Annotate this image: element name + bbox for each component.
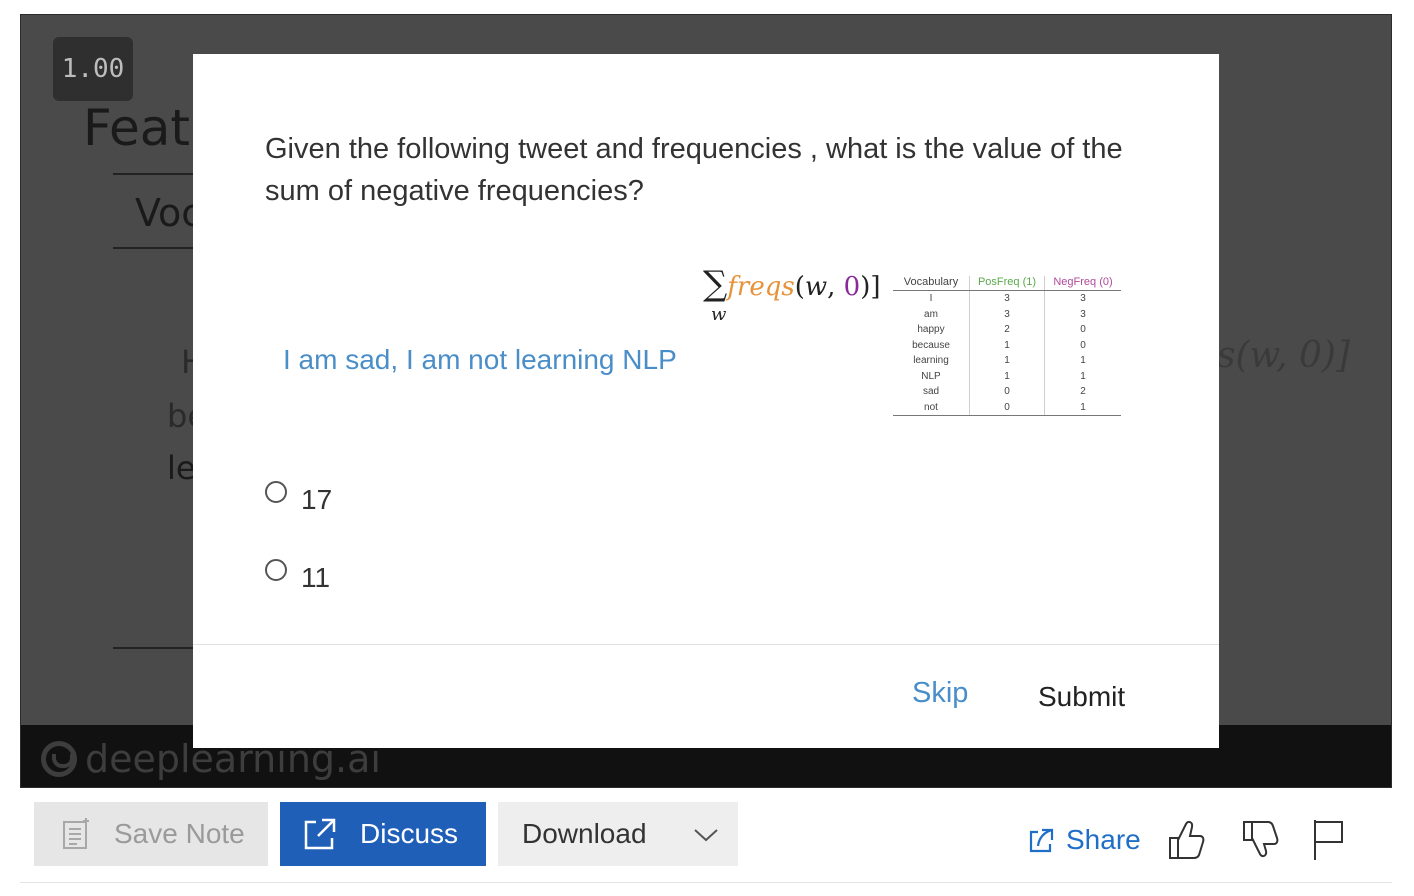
note-icon — [63, 818, 89, 849]
slide-divider — [113, 173, 203, 175]
chevron-down-icon — [694, 829, 718, 842]
table-row: I33 — [893, 290, 1121, 307]
table-cell: learning — [893, 353, 970, 369]
formula-paren: ( — [794, 272, 805, 302]
table-cell: 3 — [969, 306, 1045, 322]
quiz-question: Given the following tweet and frequencie… — [265, 133, 1123, 207]
toolbar-bottom-divider — [20, 882, 1392, 883]
table-row: because 1 0 — [893, 337, 1121, 353]
sigma-symbol: ∑ — [703, 264, 728, 304]
save-note-button[interactable]: Save Note — [34, 802, 268, 866]
download-dropdown[interactable]: Download — [498, 802, 738, 866]
table-cell: not — [893, 399, 970, 416]
table-cell: sad — [893, 384, 970, 400]
column-header-posfreq: PosFreq (1) — [969, 276, 1045, 291]
thumbs-down-icon[interactable] — [1240, 818, 1280, 862]
thumbs-up-icon[interactable] — [1166, 818, 1206, 862]
discuss-button[interactable]: Discuss — [280, 802, 486, 866]
table-header-row: Vocabulary PosFreq (1) NegFreq (0) — [893, 276, 1121, 291]
table-cell: 1 — [969, 337, 1045, 353]
table-row: not 0 1 — [893, 399, 1121, 416]
answer-option-label[interactable]: 17 — [301, 484, 332, 516]
modal-footer-divider — [193, 644, 1219, 645]
table-row: happy 2 0 — [893, 322, 1121, 338]
slide-divider — [113, 647, 203, 649]
table-row: sad 0 2 — [893, 384, 1121, 400]
table-cell: 0 — [969, 384, 1045, 400]
share-icon — [1029, 828, 1054, 853]
quiz-modal: Given the following tweet and frequencie… — [193, 54, 1219, 748]
table-row: am 3 3 — [893, 306, 1121, 322]
table-cell: NLP — [893, 368, 970, 384]
slide-text-fragment: le — [167, 449, 196, 487]
table-cell: I — [893, 290, 970, 307]
table-cell: am — [893, 306, 970, 322]
slide-divider — [113, 247, 203, 249]
table-cell: because — [893, 337, 970, 353]
table-cell: 1 — [969, 368, 1045, 384]
table-cell: 0 — [1080, 339, 1086, 351]
radio-button[interactable] — [265, 559, 287, 581]
tweet-text: I am sad, I am not learning NLP — [283, 344, 677, 375]
formula-close: )] — [860, 272, 881, 302]
discuss-label[interactable]: Discuss — [360, 818, 458, 850]
lecture-toolbar: Save Note Discuss Download Share — [0, 800, 1414, 870]
table-cell: 1 — [1044, 399, 1121, 416]
slide-formula-fragment: s(w, 0)] — [1217, 335, 1350, 376]
column-header-vocabulary: Vocabulary — [893, 276, 970, 291]
table-cell: 3 — [969, 290, 1045, 307]
table-row: learning 1 1 — [893, 353, 1121, 369]
table-cell: 2 — [969, 322, 1045, 338]
submit-button[interactable]: Submit — [1038, 681, 1125, 713]
external-link-icon — [304, 818, 336, 850]
sum-formula: ∑freqs(w, 0)] — [703, 264, 881, 304]
table-cell: 2 — [1080, 386, 1086, 397]
flag-icon[interactable] — [1312, 818, 1346, 862]
share-label[interactable]: Share — [1066, 824, 1141, 856]
table-cell: 0 — [1080, 324, 1086, 335]
table-cell: happy — [893, 322, 970, 338]
table-cell: 0 — [969, 399, 1045, 416]
answer-option-label[interactable]: 11 — [301, 562, 330, 594]
formula-function: freqs — [727, 272, 795, 302]
table-cell: 1 — [1080, 355, 1086, 366]
frequency-table: Vocabulary PosFreq (1) NegFreq (0) I33 a… — [893, 276, 1121, 416]
answer-option-17[interactable]: 17 — [265, 481, 332, 516]
table-cell: 1 — [1080, 370, 1086, 382]
table-row: NLP 1 1 — [893, 368, 1121, 384]
table-cell: 1 — [969, 353, 1045, 369]
formula-subscript: w — [711, 304, 727, 325]
radio-button[interactable] — [265, 481, 287, 503]
share-button[interactable]: Share — [1028, 824, 1141, 856]
table-cell: 3 — [1080, 308, 1086, 320]
table-cell: 3 — [1080, 293, 1086, 304]
formula-arg-w: w — [804, 272, 828, 302]
column-header-negfreq: NegFreq (0) — [1044, 276, 1121, 291]
deeplearning-logo-icon — [41, 741, 77, 777]
answer-option-11[interactable]: 11 — [265, 559, 330, 594]
skip-button[interactable]: Skip — [912, 677, 968, 710]
save-note-label[interactable]: Save Note — [114, 818, 245, 850]
download-label[interactable]: Download — [522, 818, 647, 850]
playback-speed-badge[interactable]: 1.00 — [53, 37, 133, 101]
formula-arg-zero: 0 — [843, 272, 861, 302]
formula-comma: , — [827, 272, 844, 302]
